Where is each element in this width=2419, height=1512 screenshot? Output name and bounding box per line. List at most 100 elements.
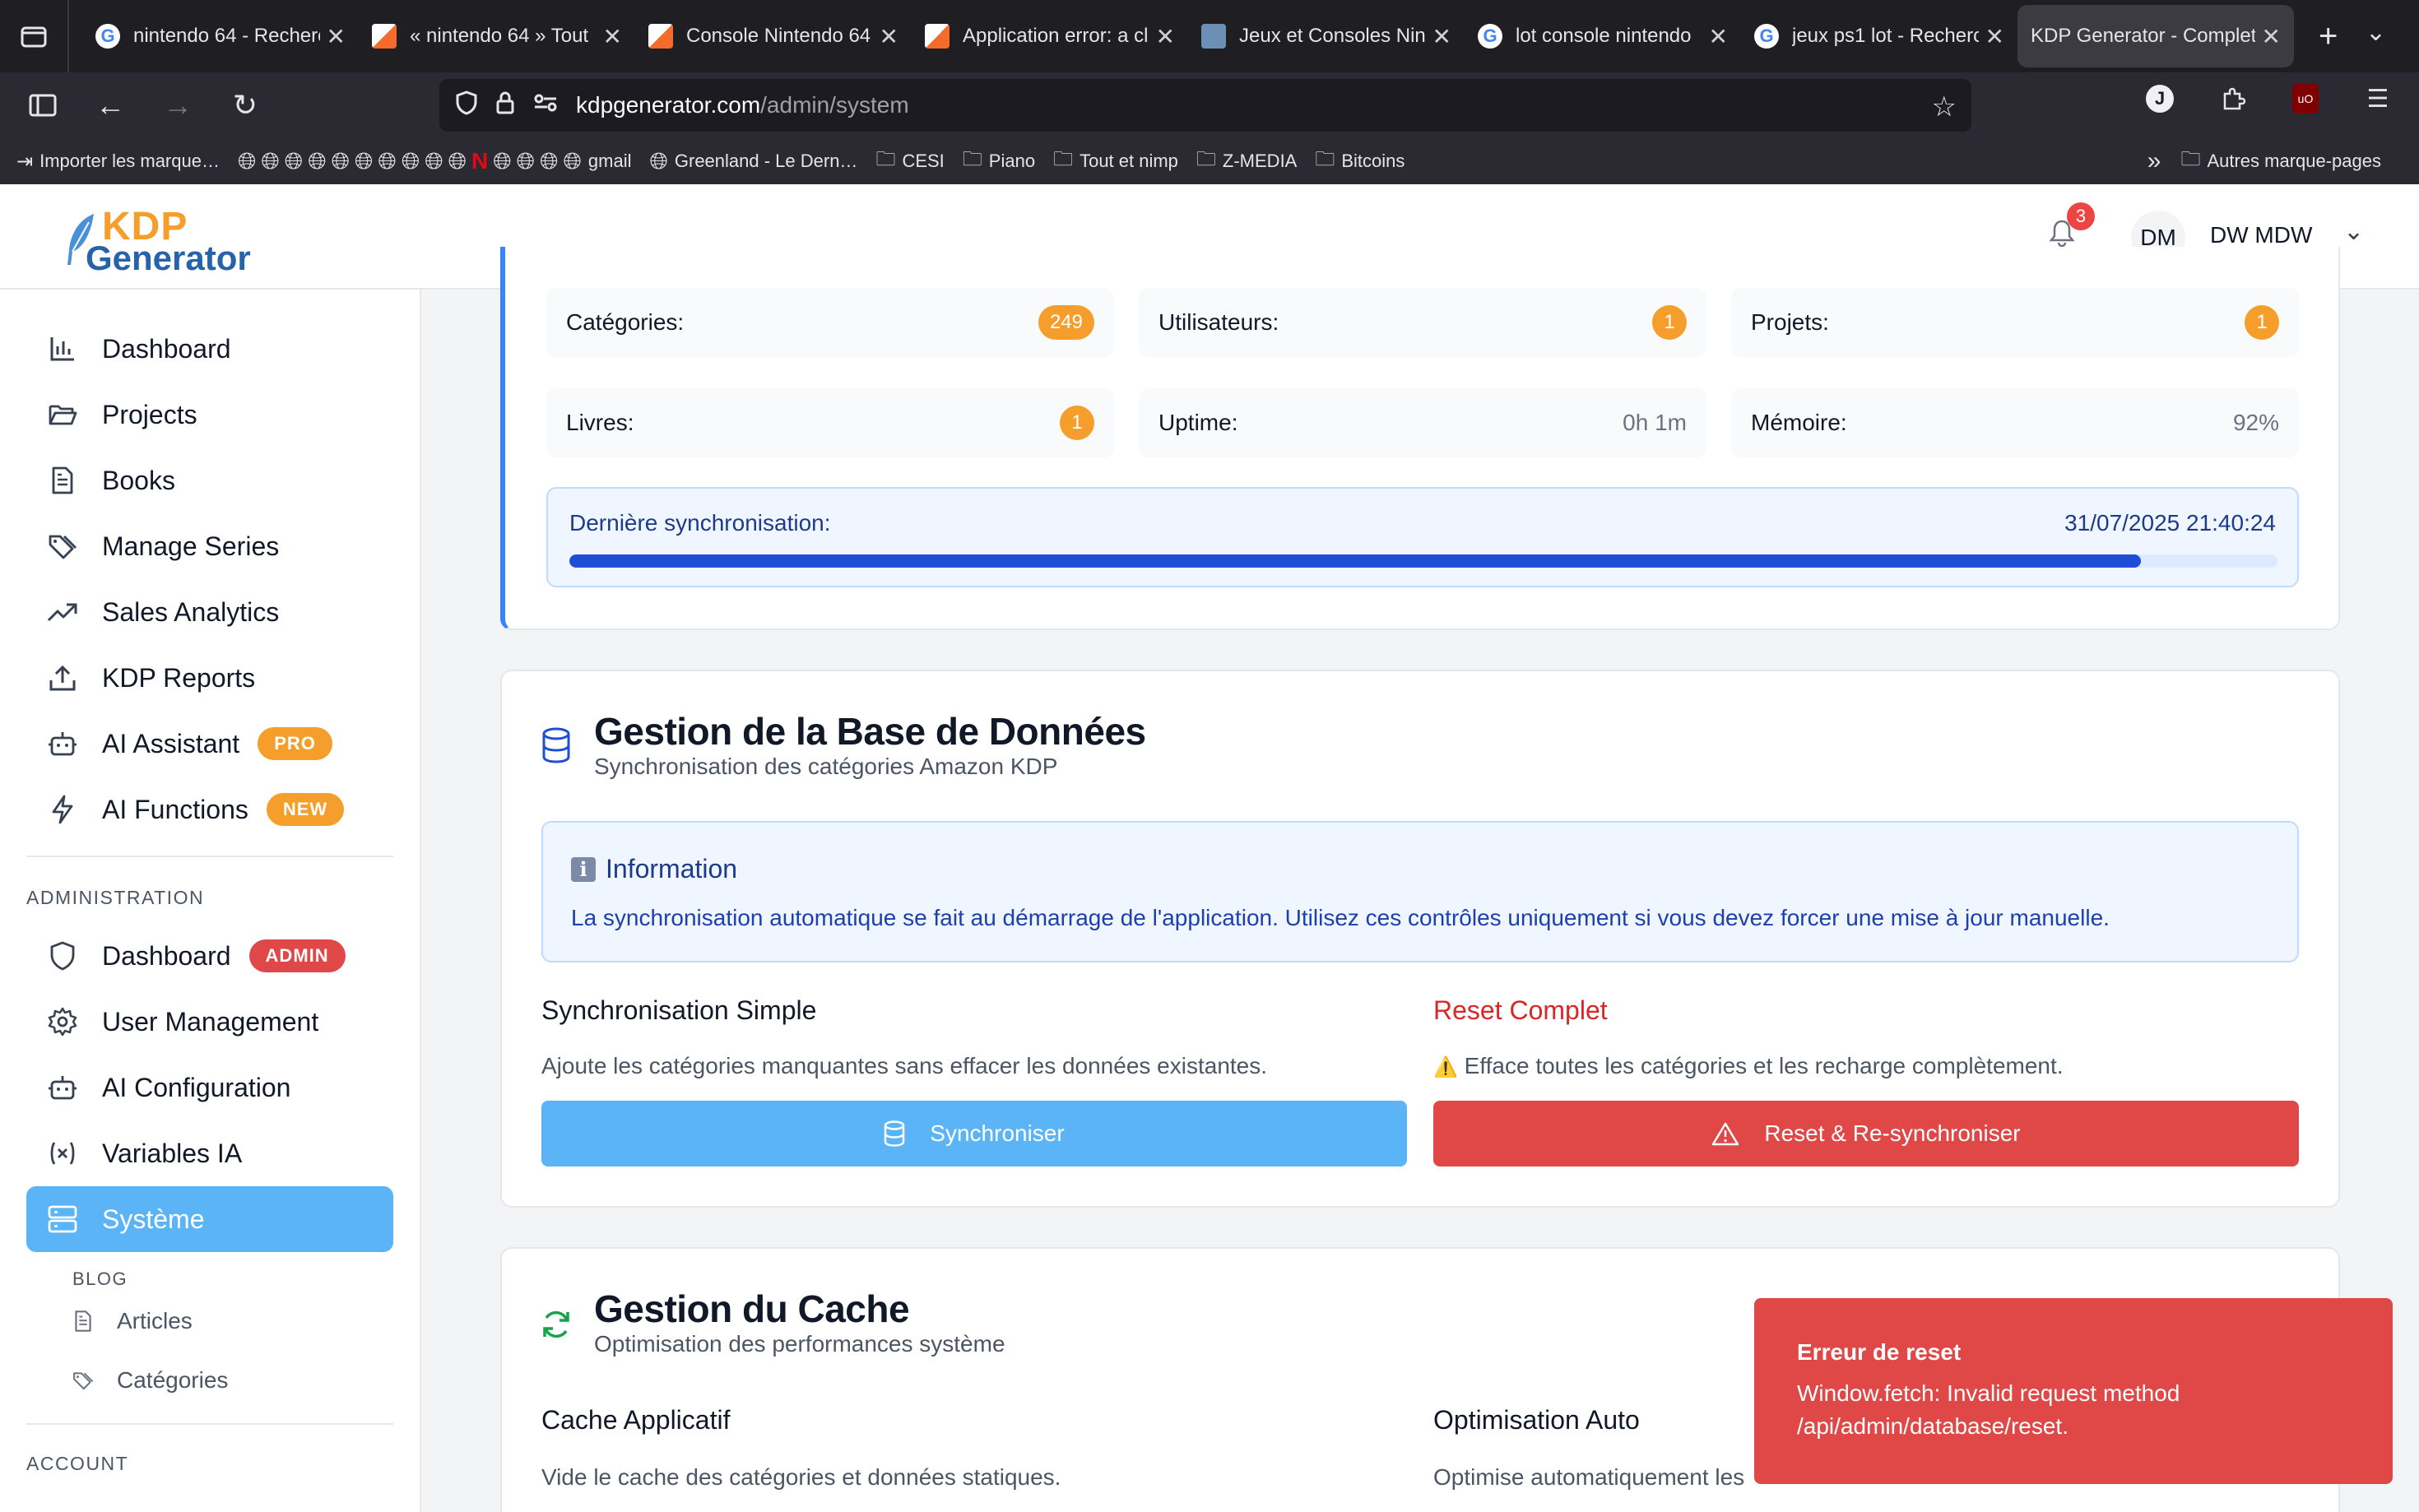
toast-message: Window.fetch: Invalid request method /ap… [1797,1380,2180,1439]
browser-tab[interactable]: « nintendo 64 » Tout ✕ [359,5,635,67]
globe-icon[interactable]: 🌐︎ [517,148,535,175]
sidebar-item-systeme[interactable]: Système [26,1186,393,1252]
close-icon[interactable]: ✕ [1709,23,1728,50]
sidebar-item-projects[interactable]: Projects [26,382,393,448]
browser-tab[interactable]: Glot console nintendo ✕ [1465,5,1741,67]
cache-section-subtitle: Optimisation des performances système [594,1331,1005,1357]
browser-tab[interactable]: Jeux et Consoles Nin ✕ [1188,5,1465,67]
ublock-icon[interactable]: uO [2292,84,2319,114]
netflix-bookmark-icon[interactable]: N [471,148,488,175]
tracking-shield-icon[interactable] [456,90,477,121]
chevron-down-icon[interactable]: ⌄ [2343,217,2364,246]
tab-title: lot console nintendo [1516,25,1692,47]
stat-uptime: Uptime: 0h 1m [1139,388,1706,457]
bookmark-folder[interactable]: 🗀 Bitcoins [1315,145,1405,179]
sidebar-divider [26,856,393,857]
globe-icon[interactable]: 🌐︎ [285,148,303,175]
close-icon[interactable]: ✕ [2262,23,2281,50]
app-cache-title: Cache Applicatif [541,1405,731,1435]
globe-icon[interactable]: 🌐︎ [261,148,279,175]
new-tab-button[interactable]: + [2319,18,2338,55]
globe-icon[interactable]: 🌐︎ [332,148,350,175]
extensions-puzzle-icon[interactable] [2217,82,2250,115]
simple-sync-title: Synchronisation Simple [541,995,817,1025]
browser-tab[interactable]: Gjeux ps1 lot - Recherc ✕ [1741,5,2017,67]
globe-icon[interactable]: 🌐︎ [378,148,396,175]
app-cache-description: Vide le cache des catégories et données … [541,1464,1061,1490]
bookmark-star-icon[interactable]: ☆ [1932,90,1957,123]
close-icon[interactable]: ✕ [1156,23,1175,50]
bookmark-folder[interactable]: 🗀 CESI [875,145,944,179]
back-arrow-icon[interactable]: ← [86,81,135,130]
extension-j-icon[interactable]: J [2146,85,2174,113]
sidebar-item-blog-categories[interactable]: Catégories [72,1354,228,1407]
more-bookmarks-chevron-icon[interactable]: » [2147,147,2161,175]
reload-icon[interactable]: ↻ [221,81,270,130]
sidebar-item-manage-series[interactable]: Manage Series [26,513,393,579]
globe-icon[interactable]: 🌐︎ [238,148,256,175]
tab-list-chevron-icon[interactable]: ⌄ [2366,18,2386,47]
sidebar-item-user-management[interactable]: User Management [26,989,393,1055]
image-favicon-icon [1201,24,1226,49]
globe-icon[interactable]: 🌐︎ [402,148,420,175]
sidebar-account-heading: ACCOUNT [26,1453,129,1474]
browser-tab[interactable]: Application error: a cl ✕ [912,5,1188,67]
sync-progress-bar [569,554,2277,568]
error-toast[interactable]: Erreur de reset Window.fetch: Invalid re… [1754,1298,2393,1484]
bookmarks-bar: ⇥ Importer les marque… 🌐︎ 🌐︎ 🌐︎ 🌐︎ 🌐︎ 🌐︎ 🌐︎ 🌐︎ 🌐… [0,138,2419,184]
globe-icon[interactable]: 🌐︎ [425,148,443,175]
kdp-generator-logo[interactable]: KDP Generator [64,204,270,277]
close-icon[interactable]: ✕ [327,23,346,50]
bookmark-folder[interactable]: 🗀 Z-MEDIA [1196,145,1297,179]
info-text: La synchronisation automatique se fait a… [571,905,2110,930]
globe-icon[interactable]: 🌐︎ [540,148,558,175]
close-icon[interactable]: ✕ [880,23,898,50]
forward-arrow-icon[interactable]: → [153,81,202,130]
globe-icon[interactable]: 🌐︎ [493,148,511,175]
new-badge: NEW [266,793,345,826]
folder-icon: 🗀 [962,147,982,170]
bookmark-other[interactable]: 🗀 Autres marque-pages [2180,145,2381,179]
sidebar-item-ai-assistant[interactable]: AI Assistant PRO [26,711,393,777]
bookmark-folder[interactable]: 🗀 Piano [963,145,1035,179]
site-permissions-icon[interactable] [533,92,558,118]
menu-hamburger-icon[interactable]: ☰ [2361,82,2394,115]
url-path: /admin/system [760,92,909,118]
sidebar-item-label: Articles [117,1308,193,1333]
bookmark-import[interactable]: ⇥ Importer les marque… [16,150,220,174]
pro-badge: PRO [258,727,332,760]
close-icon[interactable]: ✕ [1432,23,1451,50]
globe-icon[interactable]: 🌐︎ [355,148,373,175]
toast-title: Erreur de reset [1797,1339,1962,1365]
tab-overview-icon[interactable] [0,0,69,72]
sidebar-item-sales-analytics[interactable]: Sales Analytics [26,579,393,645]
lock-icon[interactable] [495,90,515,121]
sidebar-item-variables-ia[interactable]: Variables IA [26,1120,393,1186]
sidebar-item-label: Dashboard [102,333,231,364]
browser-tab[interactable]: Console Nintendo 64 ✕ [635,5,912,67]
browser-tab[interactable]: Gnintendo 64 - Recherche ✕ [82,5,359,67]
sidebar-item-ai-configuration[interactable]: AI Configuration [26,1055,393,1120]
globe-icon[interactable]: 🌐︎ [448,148,467,175]
sidebar-item-dashboard[interactable]: Dashboard [26,316,393,382]
bookmark-greenland[interactable]: 🌐︎ Greenland - Le Dern… [649,148,857,175]
sidebar-item-ai-functions[interactable]: AI Functions NEW [26,777,393,842]
user-name[interactable]: DW MDW [2210,222,2312,248]
reset-resync-button[interactable]: Reset & Re-synchroniser [1433,1101,2299,1166]
globe-icon[interactable]: 🌐︎ [308,148,326,175]
sidebar-item-kdp-reports[interactable]: KDP Reports [26,645,393,711]
sidebar-item-dashboard[interactable]: Dashboard ADMIN [26,923,393,989]
address-bar[interactable]: kdpgenerator.com/admin/system ☆ [439,79,1971,132]
sidebar-toggle-icon[interactable] [18,81,67,130]
browser-tab[interactable]: KDP Generator - Complet ✕ [2017,5,2294,67]
close-icon[interactable]: ✕ [1985,23,2004,50]
tags-icon [72,1369,100,1392]
synchronize-button[interactable]: Synchroniser [541,1101,1407,1166]
sidebar-item-blog-articles[interactable]: Articles [72,1295,193,1347]
close-icon[interactable]: ✕ [603,23,622,50]
bookmark-folder[interactable]: 🗀 Tout et nimp [1053,145,1178,179]
last-sync-date: 31/07/2025 21:40:24 [2064,510,2276,536]
sidebar-item-books[interactable]: Books [26,448,393,513]
sidebar-item-label: Catégories [117,1367,229,1393]
bookmark-gmail[interactable]: 🌐︎ gmail [563,148,631,175]
